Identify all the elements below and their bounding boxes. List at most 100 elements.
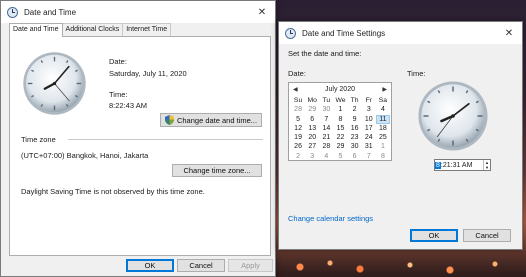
chevron-left-icon[interactable]: ◀: [293, 86, 298, 93]
weekday-header: Mo: [307, 97, 317, 104]
dst-notice: Daylight Saving Time is not observed by …: [21, 187, 205, 196]
close-button[interactable]: ✕: [496, 22, 522, 44]
date-and-time-settings-window: Date and Time Settings ✕ Set the date an…: [278, 21, 523, 250]
calendar-weekday-row: Su Mo Tu We Th Fr Sa: [291, 96, 390, 105]
calendar-day[interactable]: 8: [333, 115, 347, 124]
calendar-day[interactable]: 30: [348, 142, 362, 151]
tab-additional-clocks[interactable]: Additional Clocks: [61, 23, 124, 36]
calendar-week-row: 26 27 28 29 30 31 1: [291, 142, 390, 151]
calendar-day[interactable]: 17: [362, 124, 376, 133]
change-time-zone-button[interactable]: Change time zone...: [172, 164, 262, 177]
calendar-day[interactable]: 22: [333, 133, 347, 142]
cancel-button[interactable]: Cancel: [463, 229, 511, 242]
ok-button[interactable]: OK: [126, 259, 174, 272]
weekday-header: Th: [350, 97, 359, 104]
calendar-day[interactable]: 21: [319, 133, 333, 142]
title-bar[interactable]: Date and Time ✕: [1, 1, 275, 23]
calendar-header: ◀ July 2020 ▶: [289, 84, 391, 95]
calendar-day[interactable]: 24: [362, 133, 376, 142]
change-date-and-time-button[interactable]: Change date and time...: [160, 113, 262, 127]
calendar-day[interactable]: 5: [291, 115, 305, 124]
apply-button[interactable]: Apply: [228, 259, 273, 272]
analog-clock: [418, 81, 488, 151]
calendar-day[interactable]: 29: [305, 105, 319, 114]
calendar-grid: Su Mo Tu We Th Fr Sa 28 29 30 1 2 3 4 5 6 7 8 9 10 11 12 13 14 1…: [291, 96, 390, 161]
calendar-day[interactable]: 9: [348, 115, 362, 124]
calendar-week-row: 12 13 14 15 16 17 18: [291, 124, 390, 133]
analog-clock: [23, 52, 86, 115]
calendar-day[interactable]: 5: [333, 152, 347, 161]
calendar-day[interactable]: 3: [362, 105, 376, 114]
cancel-button[interactable]: Cancel: [177, 259, 225, 272]
calendar-day[interactable]: 16: [348, 124, 362, 133]
ok-button[interactable]: OK: [410, 229, 458, 242]
date-label: Date:: [288, 69, 306, 78]
calendar-day[interactable]: 1: [333, 105, 347, 114]
change-date-and-time-label: Change date and time...: [176, 115, 258, 125]
calendar-day[interactable]: 18: [376, 124, 390, 133]
weekday-header: Fr: [365, 97, 372, 104]
calendar-day[interactable]: 25: [376, 133, 390, 142]
clock-icon: [7, 6, 18, 18]
calendar-day[interactable]: 20: [305, 133, 319, 142]
calendar-week-row: 28 29 30 1 2 3 4: [291, 105, 390, 114]
date-and-time-window: Date and Time ✕ Date and Time Additional…: [0, 0, 276, 277]
date-value: Saturday, July 11, 2020: [109, 69, 187, 78]
calendar-day[interactable]: 28: [319, 142, 333, 151]
uac-shield-icon: [164, 115, 174, 125]
calendar-day[interactable]: 7: [319, 115, 333, 124]
calendar-day[interactable]: 11: [375, 114, 390, 124]
calendar-day[interactable]: 31: [362, 142, 376, 151]
calendar-day[interactable]: 7: [362, 152, 376, 161]
calendar-day[interactable]: 4: [319, 152, 333, 161]
calendar-day[interactable]: 29: [333, 142, 347, 151]
tab-date-and-time[interactable]: Date and Time: [9, 23, 63, 37]
close-button[interactable]: ✕: [249, 1, 275, 23]
time-input[interactable]: 8 :21:31 AM ▲ ▼: [434, 159, 491, 171]
calendar: ◀ July 2020 ▶ Su Mo Tu We Th Fr Sa 28 29 30 1 2 3 4 5 6…: [288, 82, 392, 161]
calendar-day[interactable]: 13: [305, 124, 319, 133]
window-title: Date and Time Settings: [302, 28, 386, 38]
calendar-day[interactable]: 6: [348, 152, 362, 161]
time-zone-value: (UTC+07:00) Bangkok, Hanoi, Jakarta: [21, 151, 149, 160]
weekday-header: We: [335, 97, 346, 104]
calendar-day[interactable]: 27: [305, 142, 319, 151]
calendar-day[interactable]: 23: [348, 133, 362, 142]
calendar-day[interactable]: 2: [348, 105, 362, 114]
calendar-day[interactable]: 6: [305, 115, 319, 124]
calendar-day[interactable]: 19: [291, 133, 305, 142]
calendar-day[interactable]: 1: [376, 142, 390, 151]
calendar-day[interactable]: 15: [333, 124, 347, 133]
date-label: Date:: [109, 57, 127, 66]
chevron-right-icon[interactable]: ▶: [382, 86, 387, 93]
calendar-day[interactable]: 10: [362, 115, 376, 124]
calendar-day[interactable]: 12: [291, 124, 305, 133]
weekday-header: Tu: [322, 97, 331, 104]
calendar-week-row: 5 6 7 8 9 10 11: [291, 114, 390, 124]
calendar-day[interactable]: 30: [319, 105, 333, 114]
time-label: Time:: [407, 69, 426, 78]
calendar-week-row: 2345678: [291, 152, 390, 161]
calendar-month[interactable]: July 2020: [325, 86, 355, 93]
time-value: 8:22:43 AM: [109, 101, 147, 110]
calendar-day[interactable]: 28: [291, 105, 305, 114]
tab-panel: Date: Saturday, July 11, 2020 Time: 8:22…: [9, 36, 271, 256]
time-zone-divider: [68, 139, 263, 140]
calendar-day[interactable]: 8: [376, 152, 390, 161]
weekday-header: Sa: [378, 97, 388, 104]
calendar-day[interactable]: 26: [291, 142, 305, 151]
tab-strip: Date and Time Additional Clocks Internet…: [9, 23, 172, 37]
dialog-heading: Set the date and time:: [288, 49, 362, 58]
calendar-day[interactable]: 4: [376, 105, 390, 114]
time-zone-heading: Time zone: [21, 135, 56, 144]
spin-down-icon[interactable]: ▼: [484, 165, 490, 170]
clock-icon: [285, 27, 296, 39]
time-rest-segment[interactable]: :21:31 AM: [441, 162, 473, 169]
calendar-day[interactable]: 2: [291, 152, 305, 161]
calendar-day[interactable]: 3: [305, 152, 319, 161]
calendar-day[interactable]: 14: [319, 124, 333, 133]
tab-internet-time[interactable]: Internet Time: [122, 23, 172, 36]
change-calendar-settings-link[interactable]: Change calendar settings: [288, 214, 373, 223]
title-bar[interactable]: Date and Time Settings ✕: [279, 22, 522, 44]
time-spinner[interactable]: ▲ ▼: [483, 160, 490, 170]
